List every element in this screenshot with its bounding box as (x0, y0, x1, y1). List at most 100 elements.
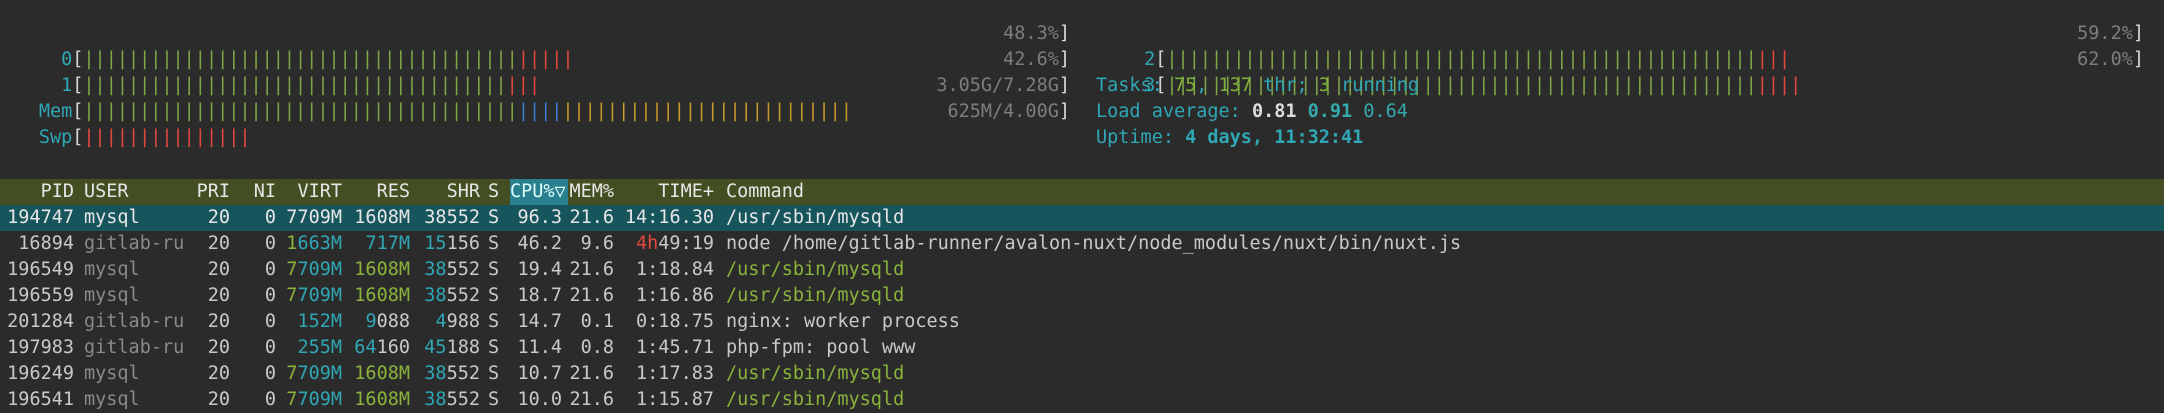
process-res: 1608M (354, 259, 410, 280)
tasks-summary: Tasks: 75, 137 thr; 3 running (1096, 75, 1420, 96)
process-time: 1:15.87 (636, 389, 714, 410)
threads-count: 137 (1218, 75, 1252, 96)
process-state: S (488, 337, 500, 358)
process-command: /usr/sbin/mysqld (726, 389, 905, 410)
process-shr: 45188 (424, 337, 480, 358)
process-pid: 196559 (7, 285, 74, 306)
cpu-meter-0: 0[||||||||||||||||||||||||||||||||||||||… (0, 21, 1070, 70)
cpu-meter-value: 59.2% (2077, 23, 2133, 44)
process-nice: 0 (264, 311, 276, 332)
process-pid: 196549 (7, 259, 74, 280)
process-priority: 20 (207, 389, 230, 410)
process-state: S (488, 311, 500, 332)
process-res: 1608M (354, 285, 410, 306)
column-ni[interactable]: NI (240, 179, 276, 205)
column-virt[interactable]: VIRT (280, 179, 342, 205)
process-mem-percent: 0.1 (580, 311, 614, 332)
process-res: 1608M (354, 389, 410, 410)
process-priority: 20 (207, 311, 230, 332)
process-state: S (488, 233, 500, 254)
swap-meter-label: Swp (38, 127, 73, 148)
load-average: Load average: 0.81 0.91 0.64 (1096, 101, 1408, 122)
uptime-value: 4 days, 11:32:41 (1185, 127, 1364, 148)
process-nice: 0 (264, 363, 276, 384)
process-pid: 197983 (7, 337, 74, 358)
process-user: mysql (84, 363, 140, 384)
column-time[interactable]: TIME+ (624, 179, 714, 205)
load-5min: 0.91 (1307, 101, 1353, 122)
column-command[interactable]: Command (726, 179, 2126, 205)
process-shr: 38552 (424, 389, 480, 410)
process-state: S (488, 389, 500, 410)
process-row[interactable]: 196541 mysql 20 0 7709M 1608M 38552 S 10.0 21.6 1:… (0, 387, 2164, 413)
column-state[interactable]: S (488, 179, 504, 205)
process-time: 1:16.86 (636, 285, 714, 306)
process-pid: 196541 (7, 389, 74, 410)
column-pri[interactable]: PRI (190, 179, 230, 205)
process-virt: 7709M (286, 207, 342, 228)
memory-meter-value: 3.05G/7.28G (936, 75, 1059, 96)
process-row[interactable]: 196559 mysql 20 0 7709M 1608M 38552 S 18.7 21.6 1:… (0, 283, 2164, 309)
process-priority: 20 (207, 363, 230, 384)
column-shr[interactable]: SHR (416, 179, 480, 205)
process-time: 14:16.30 (624, 207, 714, 228)
process-user: gitlab-ru (84, 233, 185, 254)
process-user: gitlab-ru (84, 311, 185, 332)
uptime: Uptime: 4 days, 11:32:41 (1096, 127, 1364, 148)
process-command: /usr/sbin/mysqld (726, 259, 905, 280)
column-user[interactable]: USER (84, 179, 194, 205)
cpu-meter-2: 2[||||||||||||||||||||||||||||||||||||||… (1090, 21, 2144, 70)
swap-bar-used: ||||||||||||||| (83, 127, 251, 148)
process-mem-percent: 21.6 (569, 285, 614, 306)
column-pid[interactable]: PID (0, 179, 74, 205)
process-res: 1608M (354, 207, 410, 228)
process-priority: 20 (207, 233, 230, 254)
process-row[interactable]: 16894 gitlab-ru 20 0 1663M 717M 15156 S 46.2 9.6 4… (0, 231, 2164, 257)
process-row[interactable]: 196249 mysql 20 0 7709M 1608M 38552 S 10.7 21.6 1:… (0, 361, 2164, 387)
process-cpu-percent: 19.4 (517, 259, 562, 280)
process-virt: 255M (297, 337, 342, 358)
process-cpu-percent: 14.7 (517, 311, 562, 332)
process-shr: 4988 (435, 311, 480, 332)
process-shr: 38552 (424, 207, 480, 228)
process-command: /usr/sbin/mysqld (726, 285, 905, 306)
cpu-meter-value: 48.3% (1003, 23, 1059, 44)
process-row[interactable]: 196549 mysql 20 0 7709M 1608M 38552 S 19.4 21.6 1:… (0, 257, 2164, 283)
process-res: 1608M (354, 363, 410, 384)
process-virt: 7709M (286, 285, 342, 306)
swap-meter-value: 625M/4.00G (947, 101, 1059, 122)
process-virt: 7709M (286, 363, 342, 384)
process-shr: 38552 (424, 285, 480, 306)
process-user: gitlab-ru (84, 337, 185, 358)
process-mem-percent: 21.6 (569, 363, 614, 384)
process-nice: 0 (264, 233, 276, 254)
process-shr: 38552 (424, 363, 480, 384)
column-mem[interactable]: MEM% (566, 179, 614, 205)
column-cpu-sorted[interactable]: CPU%▽ (510, 179, 568, 205)
process-command: /usr/sbin/mysqld (726, 207, 905, 228)
process-time: 4h49:19 (636, 233, 714, 254)
tasks-count: 75 (1173, 75, 1197, 96)
process-res: 717M (365, 233, 410, 254)
process-command: nginx: worker process (726, 311, 960, 332)
process-nice: 0 (264, 389, 276, 410)
process-user: mysql (84, 259, 140, 280)
cpu-meter-1: 1[||||||||||||||||||||||||||||||||||||||… (0, 47, 1070, 96)
process-virt: 1663M (286, 233, 342, 254)
cpu-meter-value: 42.6% (1003, 49, 1059, 70)
column-res[interactable]: RES (346, 179, 410, 205)
process-nice: 0 (264, 285, 276, 306)
process-mem-percent: 21.6 (569, 259, 614, 280)
process-cpu-percent: 96.3 (517, 207, 562, 228)
process-pid: 196249 (7, 363, 74, 384)
process-row[interactable]: 194747 mysql 20 0 7709M 1608M 38552 S 96.3 21.6 14… (0, 205, 2164, 231)
process-row[interactable]: 201284 gitlab-ru 20 0 152M 9088 4988 S 14.7 0.1 0:… (0, 309, 2164, 335)
process-priority: 20 (207, 285, 230, 306)
swap-meter: Swp[||||||||||||||| 625M/4.00G] (0, 99, 1070, 148)
process-user: mysql (84, 207, 140, 228)
process-row[interactable]: 197983 gitlab-ru 20 0 255M 64160 45188 S 11.4 0.8… (0, 335, 2164, 361)
process-command: node /home/gitlab-runner/avalon-nuxt/nod… (726, 233, 1462, 254)
process-pid: 201284 (7, 311, 74, 332)
process-user: mysql (84, 285, 140, 306)
process-nice: 0 (264, 337, 276, 358)
